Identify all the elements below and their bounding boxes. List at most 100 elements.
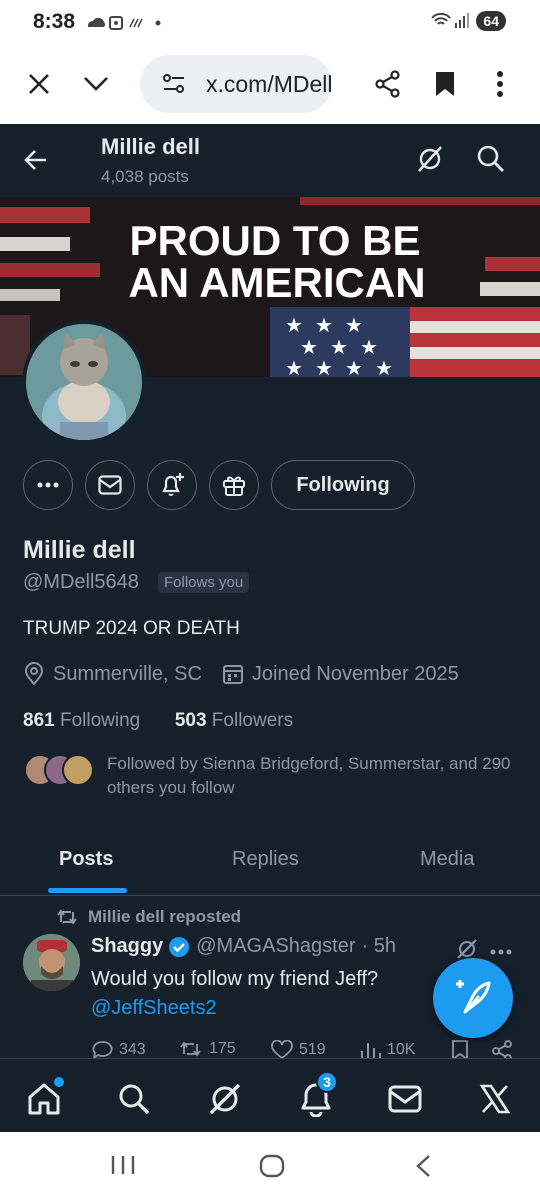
post-author-name[interactable]: Shaggy: [91, 935, 163, 958]
battery-level: 64: [476, 11, 506, 31]
browser-menu-button[interactable]: [482, 66, 518, 102]
chevron-down-icon: [84, 77, 108, 91]
profile-bio: TRUMP 2024 OR DEATH: [23, 618, 240, 639]
profile-joined: Joined November 2025: [251, 662, 459, 685]
followers-label: Followers: [211, 710, 294, 731]
followed-by-text[interactable]: Followed by Sienna Bridgeford, Summersta…: [107, 752, 527, 800]
share-button[interactable]: [370, 66, 406, 102]
nav-x[interactable]: [475, 1079, 515, 1119]
header-profile-name: Millie dell: [101, 134, 201, 159]
tab-posts[interactable]: Posts: [59, 848, 113, 871]
post-body: Would you follow my friend Jeff? @JeffSh…: [91, 965, 378, 1023]
recent-apps-icon: [111, 1156, 135, 1174]
compose-feather-icon: [456, 980, 491, 1014]
location-icon: [23, 662, 45, 686]
profile-name: Millie dell: [23, 536, 136, 564]
svg-text:★: ★: [375, 356, 393, 377]
home-unread-dot: [54, 1077, 64, 1087]
gift-button[interactable]: [209, 460, 259, 510]
status-notification-icons: [86, 13, 166, 38]
banner-line-2: AN AMERICAN: [128, 259, 425, 306]
chevron-left-icon: [416, 1155, 430, 1177]
nav-messages[interactable]: [385, 1079, 425, 1119]
view-count: 10K: [387, 1041, 416, 1058]
gift-icon: [223, 476, 245, 496]
post-text: Would you follow my friend Jeff?: [91, 968, 379, 990]
profile-counts: 861 Following 503 Followers: [23, 710, 293, 732]
notification-badge: 3: [316, 1071, 338, 1093]
compose-post-button[interactable]: [433, 958, 513, 1038]
bookmark-outline-icon: [452, 1040, 468, 1060]
reply-button[interactable]: 343: [91, 1040, 146, 1060]
more-horizontal-icon: [37, 482, 59, 488]
following-count: 861: [23, 710, 55, 731]
notify-button[interactable]: [147, 460, 197, 510]
post-author-handle[interactable]: @MAGAShagster: [196, 935, 355, 958]
post-more-button[interactable]: [490, 935, 512, 961]
verified-badge-icon: [169, 936, 190, 957]
back-system-button[interactable]: [414, 1154, 434, 1183]
heart-icon: [271, 1040, 293, 1060]
repost-button[interactable]: 175: [179, 1040, 236, 1058]
bookmark-page-button[interactable]: [427, 66, 463, 102]
bookmark-post-button[interactable]: [451, 1040, 469, 1060]
post-header: Shaggy @MAGAShagster · 5h: [91, 935, 396, 958]
follower-avatar: [62, 754, 94, 786]
nav-grok[interactable]: [205, 1079, 245, 1119]
tab-media[interactable]: Media: [420, 848, 474, 871]
message-button[interactable]: [85, 460, 135, 510]
profile-avatar[interactable]: [22, 320, 146, 444]
following-label: Following: [59, 710, 141, 731]
repost-indicator: Millie dell reposted: [56, 907, 241, 927]
recent-apps-button[interactable]: [110, 1154, 136, 1181]
svg-text:★: ★: [285, 356, 303, 377]
x-app: Millie dell 4,038 posts ★ ★ ★ ★ ★ ★ ★ ★ …: [0, 124, 540, 1132]
bottom-navigation: 3: [0, 1058, 540, 1132]
banner-line-1: PROUD TO BE: [130, 217, 421, 264]
bell-plus-icon: [162, 473, 184, 496]
reply-icon: [92, 1041, 113, 1060]
following-count-link[interactable]: 861 Following: [23, 710, 140, 731]
tab-replies[interactable]: Replies: [232, 848, 299, 871]
views-button[interactable]: 10K: [359, 1040, 415, 1060]
arrow-left-icon: [24, 150, 46, 170]
grok-icon: [418, 146, 442, 172]
followers-count-link[interactable]: 503 Followers: [175, 710, 293, 731]
status-bar: 8:38 64: [0, 0, 540, 44]
profile-tabs: Posts Replies Media: [0, 826, 540, 896]
like-button[interactable]: 519: [271, 1040, 326, 1060]
minimize-tab-button[interactable]: [78, 66, 114, 102]
nav-search[interactable]: [114, 1079, 154, 1119]
grok-button[interactable]: [415, 144, 445, 179]
repost-label: Millie dell reposted: [88, 907, 242, 926]
close-tab-button[interactable]: [21, 66, 57, 102]
home-system-button[interactable]: [259, 1154, 285, 1183]
svg-text:★: ★: [315, 313, 333, 337]
url-bar[interactable]: x.com/MDell5648: [140, 55, 332, 113]
reply-count: 343: [119, 1041, 146, 1058]
post-time: · 5h: [361, 935, 396, 957]
nav-home[interactable]: [24, 1077, 64, 1119]
active-tab-indicator: [48, 888, 127, 893]
follows-you-badge: Follows you: [158, 572, 250, 593]
profile-meta: Summerville, SC Joined November 2025: [23, 662, 459, 686]
following-button[interactable]: Following: [271, 460, 415, 510]
svg-text:★: ★: [345, 356, 363, 377]
back-button[interactable]: [22, 146, 50, 179]
wifi-signal-icon: [431, 12, 470, 28]
url-text: x.com/MDell5648: [206, 71, 332, 97]
grok-icon: [209, 1083, 241, 1115]
search-icon: [119, 1084, 150, 1115]
like-count: 519: [299, 1041, 326, 1058]
followers-count: 503: [174, 710, 207, 731]
repost-count: 175: [209, 1040, 236, 1057]
post-mention-link[interactable]: @JeffSheets2: [91, 994, 378, 1023]
post-author-avatar[interactable]: [23, 934, 80, 991]
analytics-icon: [361, 1043, 381, 1059]
site-settings-icon[interactable]: [162, 73, 186, 95]
more-options-button[interactable]: [23, 460, 73, 510]
calendar-icon: [222, 663, 244, 685]
followed-by-avatars[interactable]: [24, 754, 96, 788]
search-button[interactable]: [476, 144, 506, 179]
profile-header: Millie dell 4,038 posts: [0, 124, 540, 197]
